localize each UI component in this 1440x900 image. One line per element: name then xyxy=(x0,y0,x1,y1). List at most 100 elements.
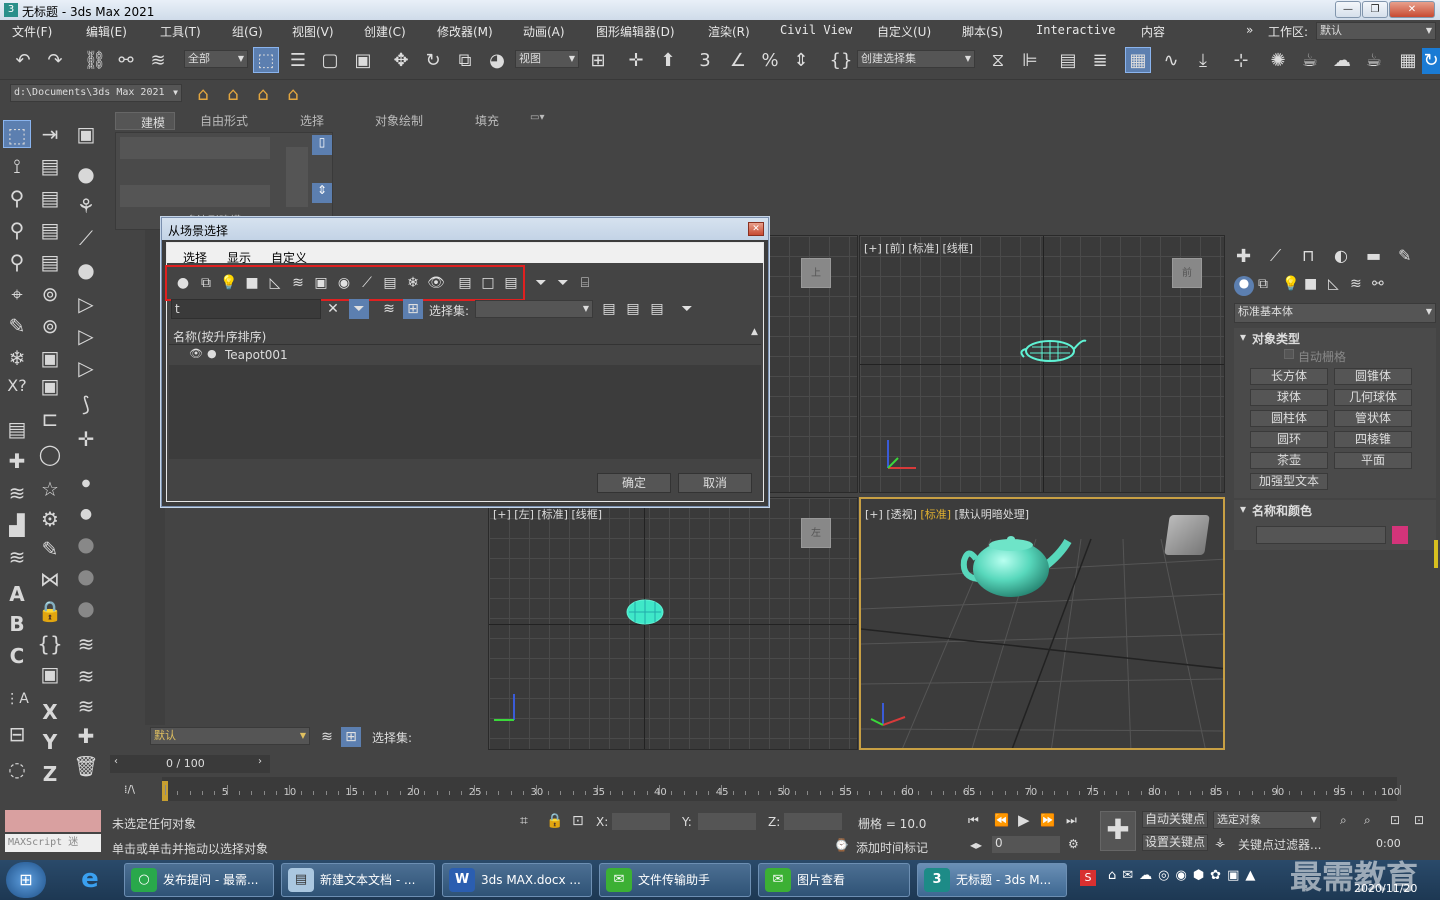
task-notepad[interactable]: ▤ 新建文本文档 - ... xyxy=(281,863,435,897)
curve-editor-icon[interactable]: ∿ xyxy=(1158,48,1184,74)
mini-curve-icon[interactable]: ⁞/\ xyxy=(124,783,135,796)
snap-toggle-icon[interactable]: 3 xyxy=(692,48,718,74)
filter-xrefs-icon[interactable]: ◉ xyxy=(334,273,354,293)
add-layer-icon[interactable]: ✚ xyxy=(3,447,31,475)
workspace-dropdown[interactable]: 默认 ▼ xyxy=(1316,22,1436,40)
trash-icon[interactable]: 🗑 xyxy=(72,752,100,780)
absolute-mode-icon[interactable]: ⊡ xyxy=(572,813,584,829)
stack-add-icon[interactable]: ≋ xyxy=(72,692,100,720)
ok-button[interactable]: 确定 xyxy=(597,473,671,493)
systems-icon[interactable]: ⚯ xyxy=(1372,276,1384,292)
rotate-icon[interactable]: ↻ xyxy=(420,48,446,74)
key-filters-button[interactable]: 关键点过滤器... xyxy=(1238,836,1321,853)
zoom-all-icon[interactable]: ⌕ xyxy=(1364,813,1371,828)
render-cloud-icon[interactable]: ▦ xyxy=(1395,48,1421,74)
key-mode-icon[interactable]: ◂▸ xyxy=(970,838,982,852)
zoom-extents-all-icon[interactable]: ⊡ xyxy=(1414,813,1424,827)
filter-cameras-icon[interactable]: ■ xyxy=(242,273,262,293)
cancel-button[interactable]: 取消 xyxy=(678,473,752,493)
dialog-titlebar[interactable]: 从场景选择 ✕ xyxy=(162,218,768,240)
lights-icon[interactable]: 💡 xyxy=(1282,276,1299,292)
filter-lights-icon[interactable]: 💡 xyxy=(219,273,239,293)
render-setup-icon[interactable]: ☕ xyxy=(1297,48,1323,74)
viewport-perspective[interactable]: [+] [透视] [标准] [默认明暗处理] xyxy=(859,497,1225,750)
spinner-snap-icon[interactable]: ⇕ xyxy=(788,48,814,74)
lock-icon[interactable]: 🔒 xyxy=(36,597,64,625)
hierarchy-view-icon[interactable]: ⊞ xyxy=(341,727,361,747)
next-key-icon[interactable]: ⏩ xyxy=(1040,813,1055,827)
object-type-title[interactable]: 对象类型 xyxy=(1252,330,1300,347)
add-time-tag[interactable]: 添加时间标记 xyxy=(856,839,928,856)
move-icon[interactable]: ✥ xyxy=(388,48,414,74)
brush-icon[interactable]: ⟋ xyxy=(72,224,100,252)
play-box2-icon[interactable]: ▷ xyxy=(72,322,100,350)
table3-icon[interactable]: ▤ xyxy=(36,216,64,244)
text-b-icon[interactable]: B xyxy=(3,610,31,638)
named-selection-dropdown[interactable]: 创建选择集 ▼ xyxy=(857,50,975,68)
menu-scripting[interactable]: 脚本(S) xyxy=(962,23,1003,40)
scene-explorer-icon[interactable]: ▤ xyxy=(1055,48,1081,74)
viewport-left[interactable]: [+] [左] [标准] [线框] 左 xyxy=(488,497,858,750)
window-crossing-icon[interactable]: ▣ xyxy=(350,48,376,74)
open-project-icon[interactable]: ⌂ xyxy=(220,82,246,108)
maximize-button[interactable]: ❐ xyxy=(1362,1,1388,18)
selset-remove-icon[interactable]: ▤ xyxy=(647,299,667,319)
chevron-right-icon[interactable]: » xyxy=(1246,23,1253,37)
set-key-mode-button[interactable]: 设置关键点 xyxy=(1142,834,1208,851)
snap-point-icon[interactable]: ⚲ xyxy=(3,216,31,244)
select-region-icon[interactable]: ▟ xyxy=(3,511,31,539)
menu-create[interactable]: 创建(C) xyxy=(364,23,406,40)
tab-selection[interactable]: 选择 xyxy=(300,112,324,129)
table2-icon[interactable]: ▤ xyxy=(36,184,64,212)
task-wechat[interactable]: ✉ 文件传输助手 xyxy=(599,863,751,897)
layers-icon[interactable]: ▤ xyxy=(3,415,31,443)
visibility-eye-icon[interactable]: 👁 xyxy=(189,347,203,360)
filter-spacewarps-icon[interactable]: ≋ xyxy=(288,273,308,293)
teapot-wireframe-front[interactable] xyxy=(1020,331,1090,371)
gear-list-icon[interactable]: ⚙ xyxy=(36,505,64,533)
dotted-circle-icon[interactable]: ◌ xyxy=(3,755,31,783)
prev-frame-icon[interactable]: ‹ xyxy=(114,756,118,767)
clear-search-icon[interactable]: ✕ xyxy=(323,299,343,319)
selset-add-icon[interactable]: ▤ xyxy=(623,299,643,319)
selection-lock-icon[interactable]: 🔒 xyxy=(546,813,563,829)
scene-icon[interactable]: ▣ xyxy=(72,120,100,148)
scale-icon[interactable]: ⧉ xyxy=(452,48,478,74)
helpers-icon[interactable]: ◺ xyxy=(1328,276,1339,292)
menu-rendering[interactable]: 渲染(R) xyxy=(708,23,750,40)
freeze-dot-icon[interactable]: ● xyxy=(207,347,217,360)
new-project-icon[interactable]: ⌂ xyxy=(250,82,276,108)
window-icon[interactable]: ▣ xyxy=(36,344,64,372)
layer-explorer-icon[interactable]: ≣ xyxy=(1087,48,1113,74)
isolate-icon[interactable]: ⌗ xyxy=(520,813,528,829)
sphere-button[interactable]: 球体 xyxy=(1250,389,1328,406)
viewcube-front[interactable]: 前 xyxy=(1172,258,1202,288)
import-icon[interactable]: ⇥ xyxy=(36,120,64,148)
layers-stack-icon[interactable]: ≋ xyxy=(317,727,337,747)
render-icon[interactable]: ☕ xyxy=(1361,48,1387,74)
menu-file[interactable]: 文件(F) xyxy=(12,23,52,40)
time-slider[interactable]: ‹ 0 / 100 › xyxy=(110,755,270,773)
search-input[interactable]: t xyxy=(171,299,321,319)
hierarchy-tab-icon[interactable]: ⊓ xyxy=(1302,246,1314,265)
minimize-button[interactable]: — xyxy=(1335,1,1361,18)
link-icon[interactable]: ⛓ xyxy=(82,48,108,74)
box-button[interactable]: 长方体 xyxy=(1250,368,1328,385)
tube-button[interactable]: 管状体 xyxy=(1334,410,1412,427)
time-config-icon[interactable]: ⚙ xyxy=(1068,837,1079,851)
percent-snap-icon[interactable]: % xyxy=(757,48,783,74)
plus-icon[interactable]: ✛ xyxy=(72,425,100,453)
ribbon-active-icon-2[interactable]: ⇕ xyxy=(312,183,332,203)
selset-filter-icon[interactable]: ⏷ xyxy=(677,299,697,319)
freeze-icon[interactable]: ❄ xyxy=(3,344,31,372)
persp-plus[interactable]: [+] xyxy=(865,508,883,521)
viewcube-top[interactable]: 上 xyxy=(801,258,831,288)
task-image-viewer[interactable]: ✉ 图片查看 xyxy=(758,863,910,897)
layer-stack-icon[interactable]: ≋ xyxy=(3,479,31,507)
menu-tools[interactable]: 工具(T) xyxy=(160,23,201,40)
unlink-icon[interactable]: ⚯ xyxy=(113,48,139,74)
filter-frozen-icon[interactable]: ❄ xyxy=(403,273,423,293)
menu-group[interactable]: 组(G) xyxy=(232,23,263,40)
dialog-close-button[interactable]: ✕ xyxy=(748,222,764,236)
braces-icon[interactable]: {} xyxy=(36,630,64,658)
